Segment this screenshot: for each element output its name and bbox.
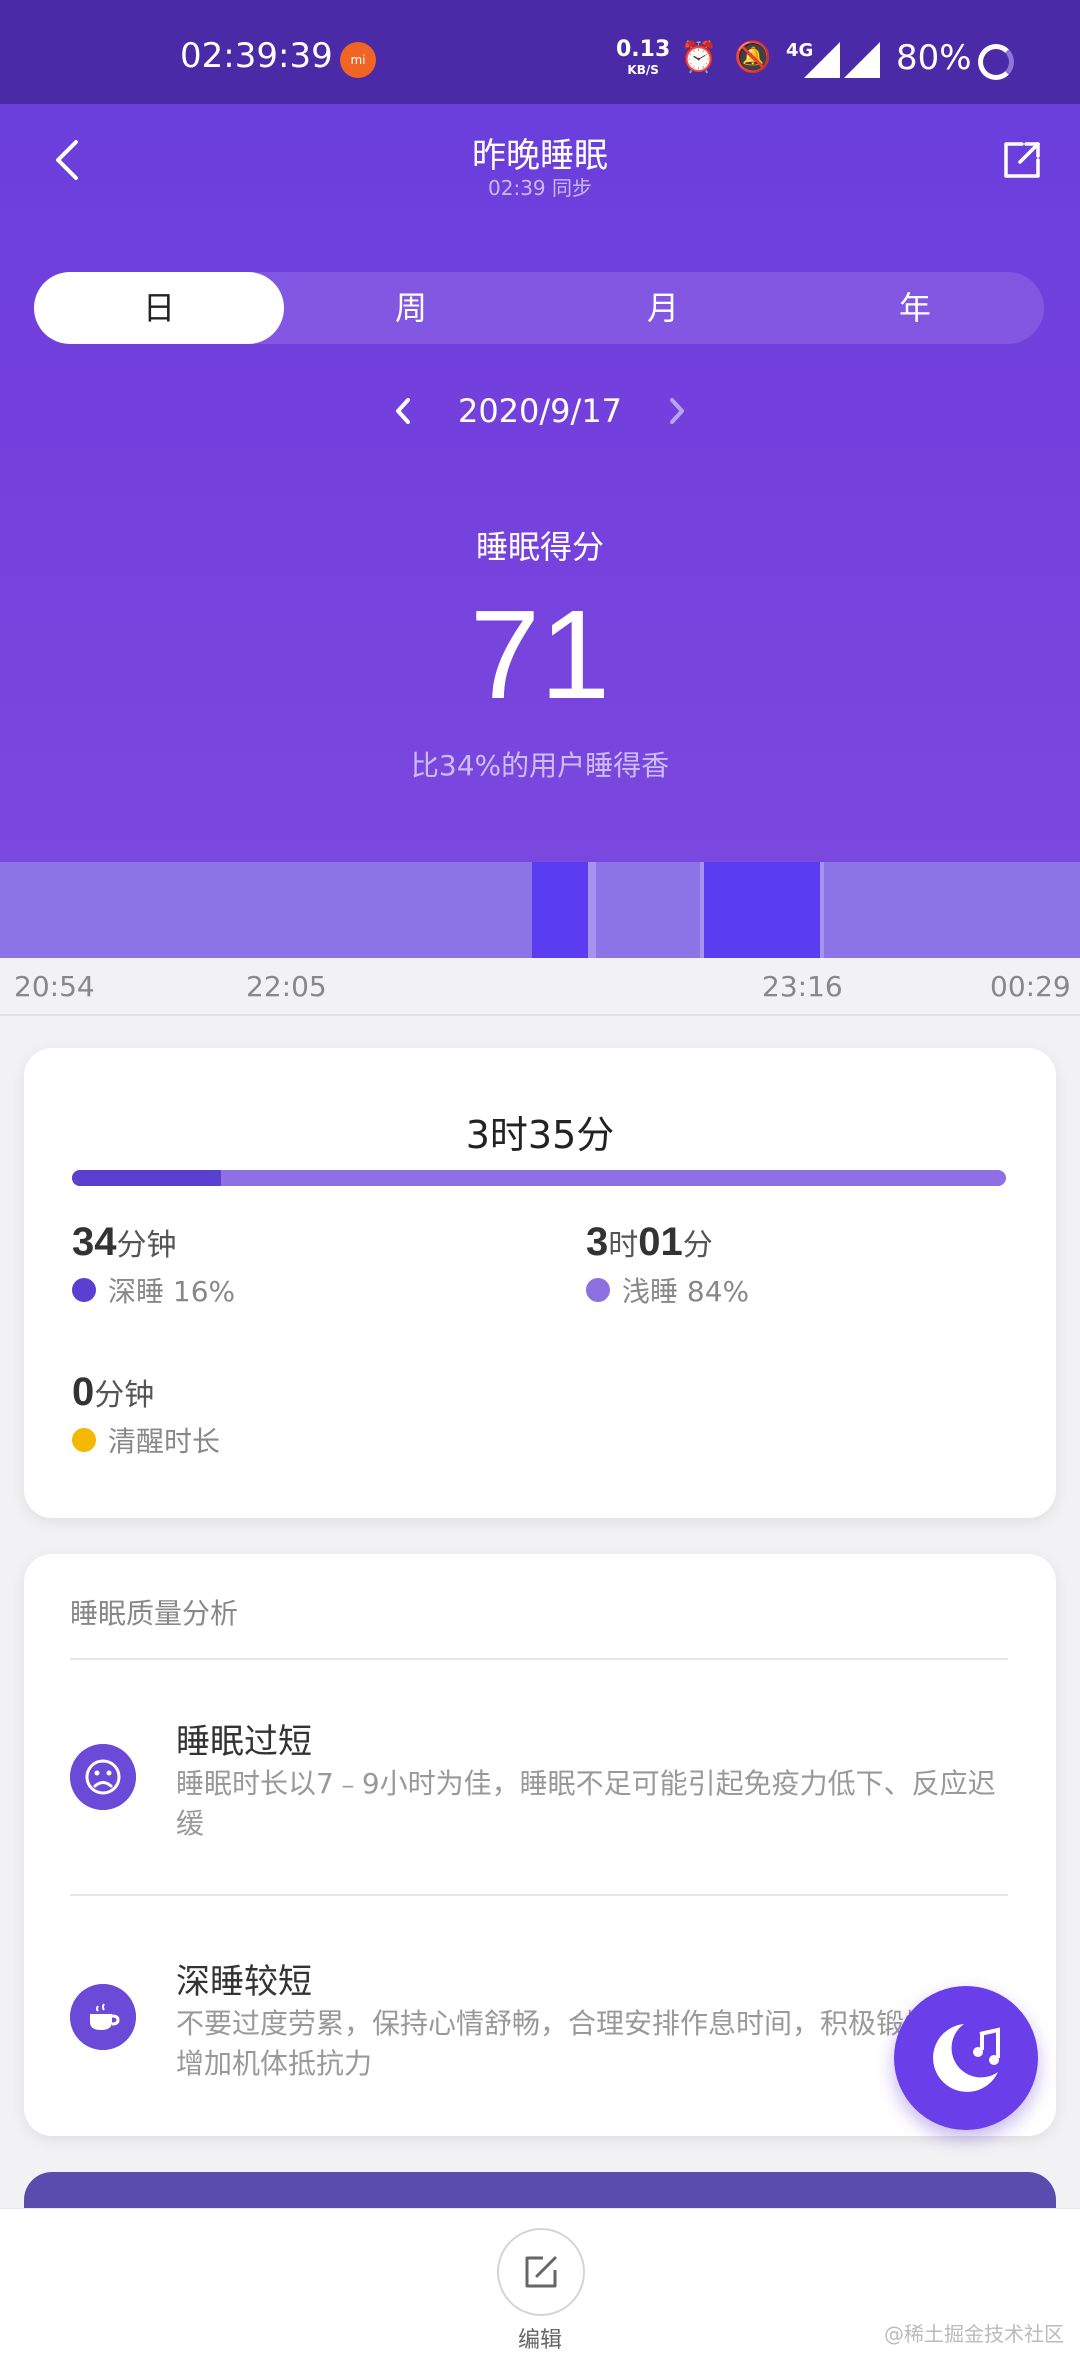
watermark: @稀土掘金技术社区 [884,2322,1064,2346]
tab-year[interactable]: 年 [790,272,1040,344]
analysis-title: 睡眠质量分析 [70,1597,239,1630]
signal-icon-2 [844,42,880,78]
sleep-music-fab[interactable] [894,1986,1038,2130]
tab-week[interactable]: 周 [286,272,536,344]
edit-button[interactable] [497,2228,585,2316]
awake-label: 清醒时长 [72,1420,220,1460]
battery-ring-icon [978,44,1014,80]
score-label: 睡眠得分 [475,528,604,566]
current-date: 2020/9/17 [457,392,623,430]
score-value: 71 [469,584,611,725]
analysis-heading: 深睡较短 [176,1962,312,2002]
timeline-gap [588,862,596,958]
status-time: 02:39:39 [180,36,333,76]
page-title: 昨晚睡眠 [472,136,608,176]
sleep-summary-card: 3时35分 34分钟 深睡 16% 3时01分 浅睡 84% 0分钟 清醒时长 [24,1048,1056,1518]
deep-sleep-dot [72,1278,96,1302]
timeline-tick: 00:29 [990,970,1071,1003]
signal-icon [804,42,840,78]
deep-sleep-segment [532,862,588,958]
sync-time: 02:39 同步 [488,176,592,200]
light-sleep-label: 浅睡 84% [586,1270,749,1310]
analysis-description: 睡眠时长以7﹣9小时为佳，睡眠不足可能引起免疫力低下、反应迟缓 [176,1767,996,1840]
divider [70,1894,1008,1896]
mute-bell-icon: 🔕 [734,40,772,75]
sleep-timeline[interactable] [0,862,1080,958]
network-speed: 0.13 KB/S [616,37,671,78]
score-comparison: 比34%的用户睡得香 [410,749,670,782]
edit-icon [525,2256,557,2288]
timeline-gap [820,862,824,958]
light-sleep-duration: 3时01分 [586,1220,713,1264]
deep-sleep-ratio [72,1170,222,1186]
chevron-right-icon [670,398,684,424]
awake-duration: 0分钟 [72,1370,155,1414]
timeline-axis [0,958,1080,1016]
light-sleep-dot [586,1278,610,1302]
coffee-cup-icon [70,1984,136,2050]
tab-month[interactable]: 月 [538,272,788,344]
moon-music-icon [933,2024,1000,2092]
timeline-tick: 20:54 [14,970,95,1003]
total-sleep-duration: 3时35分 [465,1113,615,1157]
mi-app-icon: mi [340,42,376,78]
deep-sleep-segment [704,862,820,958]
sleep-ratio-bar [72,1170,1006,1186]
divider [70,1658,1008,1660]
status-bar: 02:39:39 mi 0.13 KB/S ⏰ 🔕 4G 80% [0,0,1080,104]
analysis-description: 不要过度劳累，保持心情舒畅，合理安排作息时间，积极锻炼身体增加机体抵抗力 [176,2007,989,2080]
period-tabs: 日 周 月 年 [34,272,1044,344]
timeline-gap [700,862,704,958]
timeline-tick: 22:05 [246,970,327,1003]
analysis-heading: 睡眠过短 [176,1722,312,1762]
alarm-icon: ⏰ [680,40,718,75]
deep-sleep-duration: 34分钟 [72,1220,177,1264]
battery-level: 80% [896,38,972,78]
tab-day[interactable]: 日 [34,272,284,344]
awake-dot [72,1428,96,1452]
share-external-icon [1004,142,1040,178]
deep-sleep-label: 深睡 16% [72,1270,235,1310]
next-date-button[interactable] [666,396,688,426]
sad-face-icon [70,1744,136,1810]
share-button[interactable] [1002,140,1042,180]
timeline-tick: 23:16 [762,970,843,1003]
